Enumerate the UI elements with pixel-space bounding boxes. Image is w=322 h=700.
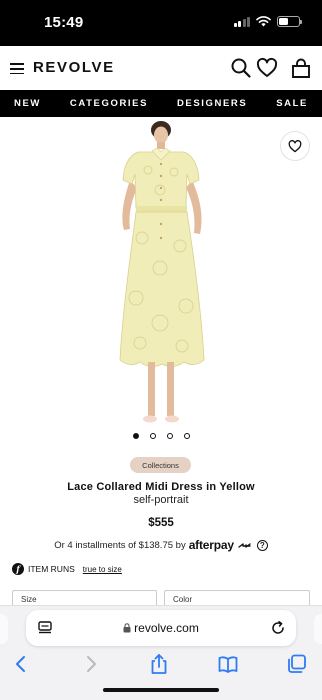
status-icons — [233, 16, 302, 27]
fit-label: ITEM RUNS — [28, 564, 75, 574]
fit-icon: f — [12, 563, 24, 575]
search-icon[interactable] — [230, 57, 252, 79]
afterpay-logo: afterpay — [188, 538, 234, 552]
fit-info-row: f ITEM RUNS true to size — [12, 563, 122, 575]
next-tab-peek[interactable] — [314, 614, 322, 644]
nav-item-categories[interactable]: CATEGORIES — [70, 98, 148, 109]
url-display[interactable]: revolve.com — [26, 621, 296, 635]
browser-chrome: revolve.com — [0, 605, 322, 700]
reload-icon[interactable] — [270, 620, 286, 636]
wifi-icon — [256, 16, 271, 27]
carousel-dot[interactable] — [183, 433, 190, 439]
forward-icon[interactable] — [80, 653, 102, 675]
site-header: REVOLVE — [0, 46, 322, 90]
battery-icon — [277, 16, 302, 27]
image-carousel-dots — [0, 433, 322, 439]
nav-item-designers[interactable]: DESIGNERS — [177, 98, 247, 109]
size-select-label: Size — [21, 595, 37, 604]
product-brand[interactable]: self-portrait — [0, 494, 322, 506]
site-logo[interactable]: REVOLVE — [33, 59, 115, 76]
share-icon[interactable] — [148, 653, 170, 675]
signal-icon — [233, 16, 250, 27]
nav-item-sale[interactable]: SALE — [276, 98, 308, 109]
color-select-label: Color — [173, 595, 193, 604]
lock-icon — [123, 623, 131, 633]
wishlist-button[interactable] — [280, 131, 310, 161]
carousel-dot[interactable] — [149, 433, 156, 439]
bag-icon[interactable] — [290, 57, 312, 79]
url-text: revolve.com — [134, 621, 199, 635]
fit-link[interactable]: true to size — [83, 565, 122, 574]
carousel-dot[interactable] — [166, 433, 173, 439]
collections-badge[interactable]: Collections — [130, 457, 191, 473]
nav-item-new[interactable]: NEW — [14, 98, 41, 109]
browser-toolbar — [0, 653, 322, 679]
afterpay-arrows-icon — [238, 542, 251, 548]
status-bar: 15:49 — [0, 0, 322, 46]
status-time: 15:49 — [44, 14, 84, 31]
back-icon[interactable] — [10, 653, 32, 675]
heart-icon — [288, 139, 302, 152]
category-nav: NEW CATEGORIES DESIGNERS SALE — [0, 90, 322, 117]
home-indicator — [103, 688, 219, 692]
info-icon[interactable]: ? — [256, 539, 268, 551]
menu-icon[interactable] — [10, 63, 24, 75]
product-price: $555 — [148, 517, 174, 529]
bookmarks-icon[interactable] — [217, 653, 239, 675]
product-image[interactable] — [90, 118, 232, 440]
previous-tab-peek[interactable] — [0, 614, 8, 644]
heart-icon[interactable] — [256, 57, 278, 79]
tabs-icon[interactable] — [286, 653, 308, 675]
carousel-dot[interactable] — [132, 433, 139, 439]
installments-row: Or 4 installments of $138.75 by afterpay… — [0, 538, 322, 552]
address-bar[interactable]: revolve.com — [26, 610, 296, 646]
installments-text: Or 4 installments of $138.75 by — [54, 539, 186, 551]
product-title: Lace Collared Midi Dress in Yellow — [67, 481, 255, 493]
